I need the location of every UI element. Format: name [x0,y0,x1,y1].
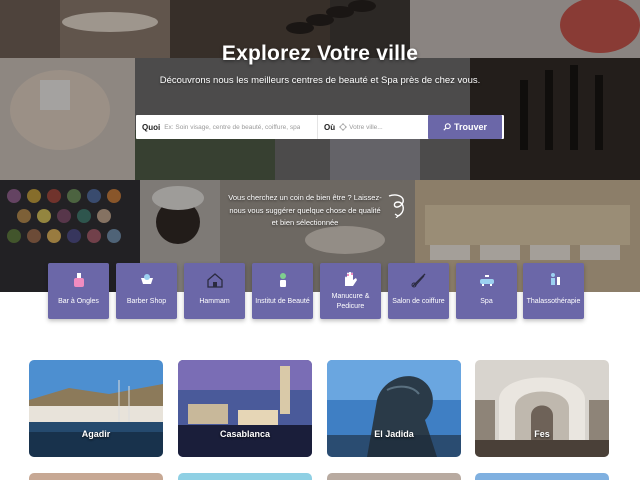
search-button-label: Trouver [453,122,487,132]
quote-line-2: nous vous suggérer quelque chose de qual… [229,205,381,215]
city-photo-partial [178,473,312,480]
city-photo-casablanca [178,360,312,457]
what-label: Quoi [142,122,161,132]
city-photo-partial [29,473,163,480]
manicure-icon [344,272,357,286]
category-hammam[interactable]: Hammam [184,263,245,319]
category-label: Salon de coiffure [392,298,445,305]
barber-icon [140,274,153,284]
city-card-partial[interactable] [327,473,461,480]
city-photo-el-jadida [327,360,461,457]
city-name: Agadir [81,429,111,439]
hero-quote: Vous cherchez un coin de bien être ? Lai… [222,192,388,230]
hammam-icon [206,273,223,288]
what-field[interactable]: Quoi Ex: Soin visage, centre de beauté, … [136,115,318,139]
category-bar-a-ongles[interactable]: Bar à Ongles [48,263,109,319]
city-card-partial[interactable] [178,473,312,480]
city-name: Fes [534,429,550,439]
hero-title: Explorez Votre ville [221,42,419,65]
city-photo-agadir [29,360,163,457]
city-card-fes[interactable]: Fes [475,360,609,457]
category-label: Spa [480,298,493,305]
city-card-el-jadida[interactable]: El Jadida [327,360,461,457]
category-label: Thalassothérapie [526,298,581,305]
category-salon-de-coiffure[interactable]: Salon de coiffure [388,263,449,319]
city-name: Casablanca [219,429,271,439]
category-label: Bar à Ongles [58,298,99,305]
city-card-partial[interactable] [475,473,609,480]
beauty-institute-icon [279,273,286,287]
scissors-icon [411,273,425,288]
city-card-partial[interactable] [29,473,163,480]
hero-banner: Explorez Votre ville Découvrons nous les… [0,0,640,292]
category-spa[interactable]: Spa [456,263,517,319]
city-card-casablanca[interactable]: Casablanca [178,360,312,457]
nail-polish-icon [73,273,84,287]
category-label: Barber Shop [126,298,167,305]
what-input[interactable]: Ex: Soin visage, centre de beauté, coiff… [164,124,300,131]
swirl-arrow-icon [388,194,404,218]
search-icon [443,123,451,131]
city-name: El Jadida [374,429,414,439]
where-field[interactable]: Où Votre ville... [318,115,426,139]
category-label: Institut de Beauté [255,298,310,305]
city-photo-partial [475,473,609,480]
city-photo-partial [327,473,461,480]
city-card-agadir[interactable]: Agadir [29,360,163,457]
category-label: Manucure & Pedicure [331,293,370,310]
category-barber-shop[interactable]: Barber Shop [116,263,177,319]
hero-subtitle: Découvrons nous les meilleurs centres de… [159,75,481,86]
city-photo-fes [475,360,609,457]
category-thalassotherapie[interactable]: Thalassothérapie [523,263,584,319]
quote-line-1: Vous cherchez un coin de bien être ? Lai… [228,193,382,202]
category-label: Hammam [199,298,230,305]
location-icon [339,123,348,131]
category-institut-de-beaute[interactable]: Institut de Beauté [252,263,313,319]
where-label: Où [324,122,336,132]
search-button[interactable]: Trouver [428,115,502,139]
spa-tub-icon [479,275,494,286]
category-manucure-pedicure[interactable]: Manucure & Pedicure [320,263,381,319]
quote-line-3: et bien sélectionnée [271,218,339,227]
category-list: Bar à Ongles Barber Shop Hammam Institut… [48,263,584,319]
thalasso-icon [550,273,560,285]
search-bar: Quoi Ex: Soin visage, centre de beauté, … [136,115,504,139]
where-input[interactable]: Votre ville... [349,124,383,131]
